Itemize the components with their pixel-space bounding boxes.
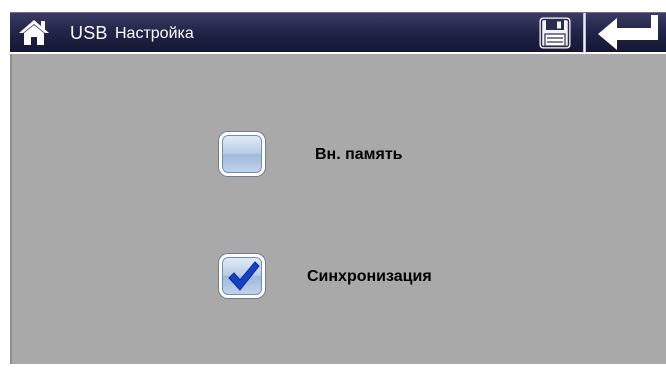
sync-option[interactable]: Синхронизация: [219, 254, 479, 300]
title-setting: Настройка: [115, 25, 194, 42]
save-button[interactable]: [538, 16, 572, 50]
sync-label: Синхронизация: [307, 268, 432, 285]
return-arrow-icon: [598, 14, 658, 50]
internal-memory-label: Вн. память: [315, 146, 403, 163]
floppy-disk-icon: [539, 17, 571, 49]
back-button[interactable]: [597, 14, 659, 51]
header-divider: [583, 13, 586, 53]
title-usb: USB: [70, 23, 108, 43]
internal-memory-option[interactable]: Вн. память: [219, 132, 459, 178]
home-icon[interactable]: [18, 18, 50, 46]
internal-memory-checkbox[interactable]: [219, 132, 265, 176]
sync-checkbox[interactable]: [219, 254, 265, 298]
checkmark-icon: [228, 261, 260, 291]
settings-panel: Вн. память Синхронизация: [10, 54, 666, 364]
usb-settings-screen: USB Настройка Вн. память Синхронизация: [0, 0, 666, 374]
header-bar: USB Настройка: [10, 12, 666, 53]
